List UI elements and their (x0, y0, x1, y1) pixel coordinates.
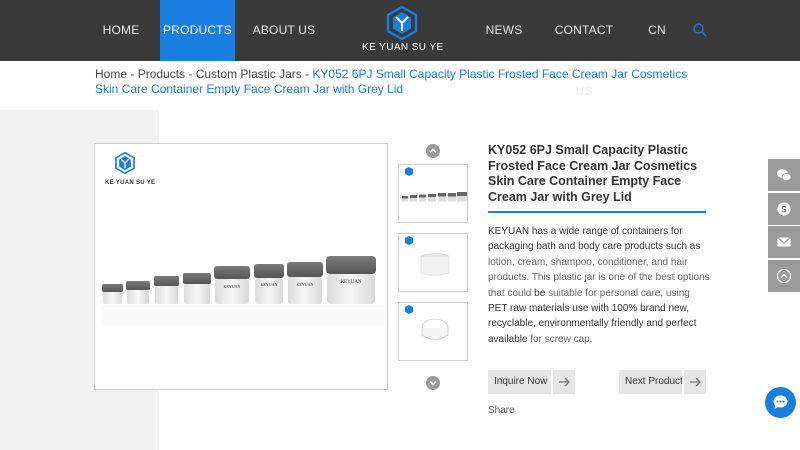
next-product-button[interactable]: Next Product (619, 370, 706, 394)
live-chat-button[interactable] (765, 387, 796, 418)
wechat-icon (777, 169, 792, 181)
nav-about-us[interactable]: ABOUT US (252, 0, 316, 61)
svg-text:S: S (781, 205, 787, 215)
thumbnail-1[interactable] (398, 164, 468, 223)
logo-text: KE YUAN SU YE (362, 42, 444, 53)
chat-icon (773, 395, 788, 409)
image-watermark-logo: KE YUAN SU YE (105, 151, 156, 186)
svg-text:KEYUAN: KEYUAN (297, 282, 314, 287)
skype-button[interactable]: S (768, 193, 800, 225)
thumbnail-scroll-up-button[interactable] (426, 144, 440, 158)
description-text: KEYUAN has a wide range of containers fo… (488, 226, 701, 253)
email-button[interactable] (768, 226, 800, 258)
thumbnail-2[interactable] (398, 233, 468, 292)
thumbnail-3[interactable] (398, 302, 468, 361)
nav-language-cn[interactable]: CN (644, 0, 670, 61)
logo-mark-icon (386, 6, 418, 40)
logo-mark-icon (115, 151, 135, 175)
thumbnail-jars-image (402, 167, 467, 202)
thumbnail-scroll-down-button[interactable] (426, 376, 440, 390)
image-logo-text: KE YUAN SU YE (105, 180, 156, 186)
nav-products[interactable]: PRODUCTS (160, 0, 235, 61)
wechat-button[interactable] (768, 159, 800, 191)
jar-lineup-illustration: KEYUAN KEYUAN KEYUAN KEYUAN (101, 256, 386, 325)
product-title: KY052 6PJ Small Capacity Plastic Frosted… (488, 143, 698, 204)
product-description: KEYUAN has a wide range of containers fo… (488, 224, 710, 347)
chevron-down-icon (429, 381, 437, 386)
thumbnail-frosted-jar-image (405, 236, 450, 276)
title-divider (488, 211, 706, 213)
email-icon (777, 237, 791, 247)
svg-text:KEYUAN: KEYUAN (261, 282, 278, 287)
breadcrumb-home[interactable]: Home (95, 67, 127, 81)
thumbnail-white-lid-image (405, 305, 449, 340)
top-navigation: HOME PRODUCTS ABOUT US KE YUAN SU YE NEW… (0, 0, 800, 98)
inquire-now-button[interactable]: Inquire Now (488, 370, 575, 394)
breadcrumb: Home - Products - Custom Plastic Jars - … (95, 67, 695, 97)
main-product-image[interactable]: KE YUAN SU YE KEYUAN KEYUAN KEYUAN KEYUA… (94, 143, 388, 390)
inquire-now-label: Inquire Now (494, 376, 548, 387)
svg-text:KEYUAN: KEYUAN (340, 280, 361, 285)
breadcrumb-products[interactable]: Products (138, 67, 185, 81)
back-to-top-icon (776, 268, 792, 284)
description-text: for screw cap. (530, 333, 593, 345)
breadcrumb-separator: - (127, 67, 138, 81)
next-product-label: Next Product (625, 376, 683, 387)
chevron-up-icon (429, 148, 437, 153)
breadcrumb-custom-plastic-jars[interactable]: Custom Plastic Jars (196, 67, 302, 81)
share-label[interactable]: Share (488, 405, 515, 416)
nav-home[interactable]: HOME (96, 0, 146, 61)
breadcrumb-separator: - (185, 67, 196, 81)
back-to-top-button[interactable] (768, 260, 800, 292)
description-text: be (531, 287, 549, 299)
breadcrumb-separator: - (301, 67, 313, 81)
search-icon[interactable] (692, 22, 708, 38)
site-logo[interactable]: KE YUAN SU YE (362, 6, 444, 56)
description-text: lotion, (488, 256, 515, 268)
nav-news[interactable]: NEWS (484, 0, 524, 61)
arrow-right-icon (551, 370, 575, 394)
svg-text:KEYUAN: KEYUAN (224, 284, 241, 289)
description-text: suitable for personal care, using (548, 287, 690, 299)
skype-icon: S (777, 202, 791, 216)
nav-contact-us[interactable]: CONTACT US (548, 0, 620, 98)
arrow-right-icon (682, 370, 706, 394)
